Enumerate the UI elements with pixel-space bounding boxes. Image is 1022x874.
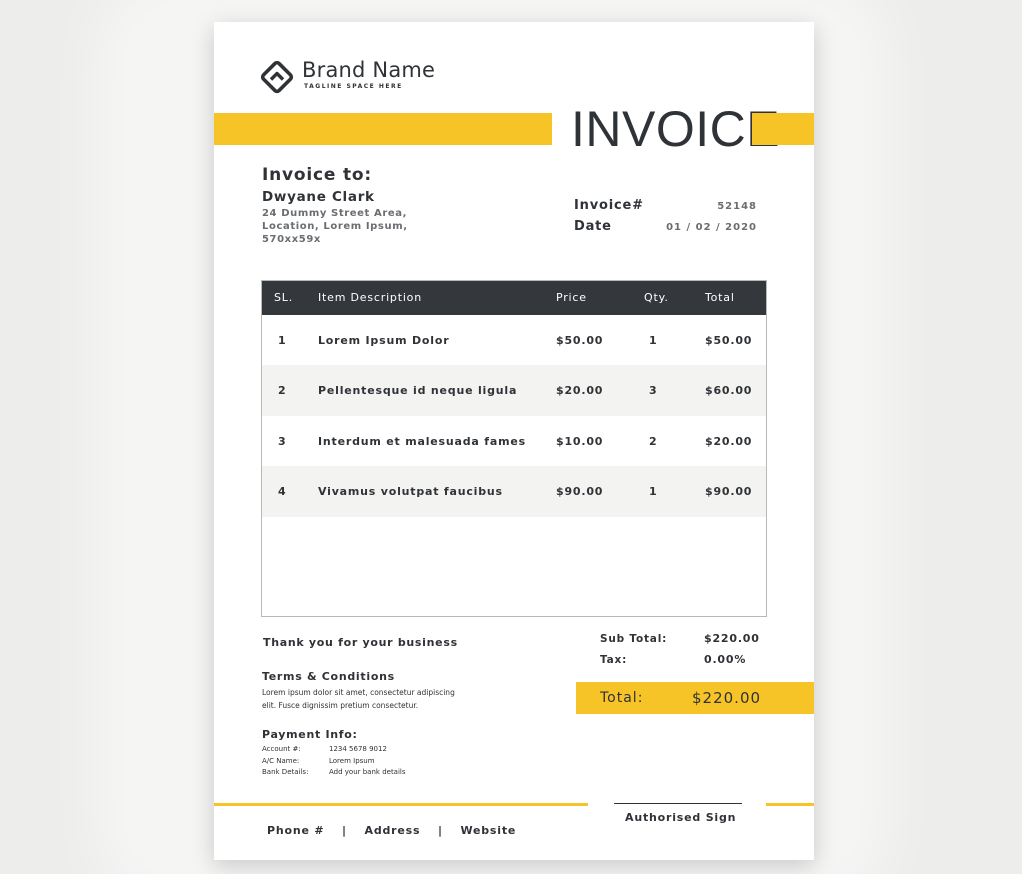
header-sl: SL. [274, 291, 294, 304]
cell-description: Interdum et malesuada fames [318, 435, 526, 448]
subtotal-value: $220.00 [704, 632, 760, 645]
total-label: Total: [600, 690, 644, 706]
table-row: 3 Interdum et malesuada fames $10.00 2 $… [262, 416, 766, 467]
payment-label: Bank Details: [262, 768, 309, 776]
footer-separator: | [437, 824, 443, 837]
invoice-title: INVOICE [571, 101, 781, 157]
authorised-sign-label: Authorised Sign [625, 811, 737, 824]
subtotal-label: Sub Total: [600, 633, 668, 645]
header-qty: Qty. [644, 291, 669, 304]
terms-heading: Terms & Conditions [262, 670, 395, 683]
cell-price: $20.00 [556, 384, 604, 397]
cell-description: Lorem Ipsum Dolor [318, 334, 450, 347]
payment-row: A/C Name: Lorem Ipsum [262, 757, 375, 765]
client-name: Dwyane Clark [262, 189, 375, 205]
cell-total: $60.00 [705, 384, 753, 397]
cell-sl: 4 [278, 485, 287, 498]
payment-label: A/C Name: [262, 757, 300, 765]
date-value: 01 / 02 / 2020 [666, 222, 757, 233]
cell-price: $50.00 [556, 334, 604, 347]
table-row: 2 Pellentesque id neque ligula $20.00 3 … [262, 365, 766, 416]
brand-tagline: TAGLINE SPACE HERE [304, 83, 403, 90]
footer-contact: Phone # | Address | Website [267, 824, 516, 837]
cell-sl: 2 [278, 384, 287, 397]
cell-description: Pellentesque id neque ligula [318, 384, 518, 397]
cell-qty: 3 [649, 384, 658, 397]
invoice-number-label: Invoice# [574, 198, 644, 213]
cell-sl: 3 [278, 435, 287, 448]
brand-name: Brand Name [302, 58, 436, 82]
cell-total: $50.00 [705, 334, 753, 347]
items-table: SL. Item Description Price Qty. Total 1 … [261, 280, 767, 617]
table-row: 4 Vivamus volutpat faucibus $90.00 1 $90… [262, 466, 766, 517]
address-line: 24 Dummy Street Area, [262, 208, 407, 219]
header-accent-bar-right [752, 113, 814, 145]
footer-accent-bar-right [766, 803, 814, 806]
footer-separator: | [342, 824, 347, 837]
thank-you-text: Thank you for your business [263, 636, 458, 649]
terms-text: Lorem ipsum dolor sit amet, consectetur … [262, 687, 502, 712]
client-address: 24 Dummy Street Area, Location, Lorem Ip… [262, 207, 442, 246]
diamond-house-logo-icon [260, 60, 294, 94]
table-row: 1 Lorem Ipsum Dolor $50.00 1 $50.00 [262, 315, 766, 366]
invoice-page: Brand Name TAGLINE SPACE HERE INVOICE In… [214, 22, 814, 860]
terms-line: elit. Fusce dignissim pretium consectetu… [262, 700, 419, 710]
invoice-number-value: 52148 [717, 201, 757, 212]
header-total: Total [705, 291, 735, 304]
tax-label: Tax: [600, 654, 628, 666]
header-description: Item Description [318, 291, 422, 304]
header-price: Price [556, 291, 587, 304]
address-line: 570xx59x [262, 234, 321, 245]
invoice-to-heading: Invoice to: [262, 165, 372, 185]
cell-qty: 1 [649, 485, 658, 498]
cell-price: $10.00 [556, 435, 604, 448]
cell-description: Vivamus volutpat faucibus [318, 485, 503, 498]
tax-value: 0.00% [704, 653, 747, 666]
signature-line [614, 803, 742, 804]
cell-qty: 1 [649, 334, 658, 347]
table-header: SL. Item Description Price Qty. Total [262, 281, 766, 315]
cell-sl: 1 [278, 334, 287, 347]
header-accent-bar-left [214, 113, 552, 145]
payment-label: Account #: [262, 745, 301, 753]
footer-accent-bar-left [214, 803, 588, 806]
date-label: Date [574, 219, 612, 234]
total-value: $220.00 [692, 689, 762, 707]
cell-qty: 2 [649, 435, 658, 448]
footer-address: Address [364, 824, 421, 837]
payment-row: Account #: 1234 5678 9012 [262, 745, 387, 753]
footer-website: Website [460, 824, 517, 837]
address-line: Location, Lorem Ipsum, [262, 221, 408, 232]
payment-heading: Payment Info: [262, 728, 358, 741]
footer-phone: Phone # [267, 824, 325, 837]
cell-total: $20.00 [705, 435, 753, 448]
payment-value: Lorem Ipsum [329, 757, 375, 765]
terms-line: Lorem ipsum dolor sit amet, consectetur … [262, 688, 455, 697]
payment-value: 1234 5678 9012 [329, 745, 387, 753]
payment-row: Bank Details: Add your bank details [262, 768, 406, 776]
cell-total: $90.00 [705, 485, 753, 498]
cell-price: $90.00 [556, 485, 604, 498]
payment-value: Add your bank details [329, 768, 406, 776]
